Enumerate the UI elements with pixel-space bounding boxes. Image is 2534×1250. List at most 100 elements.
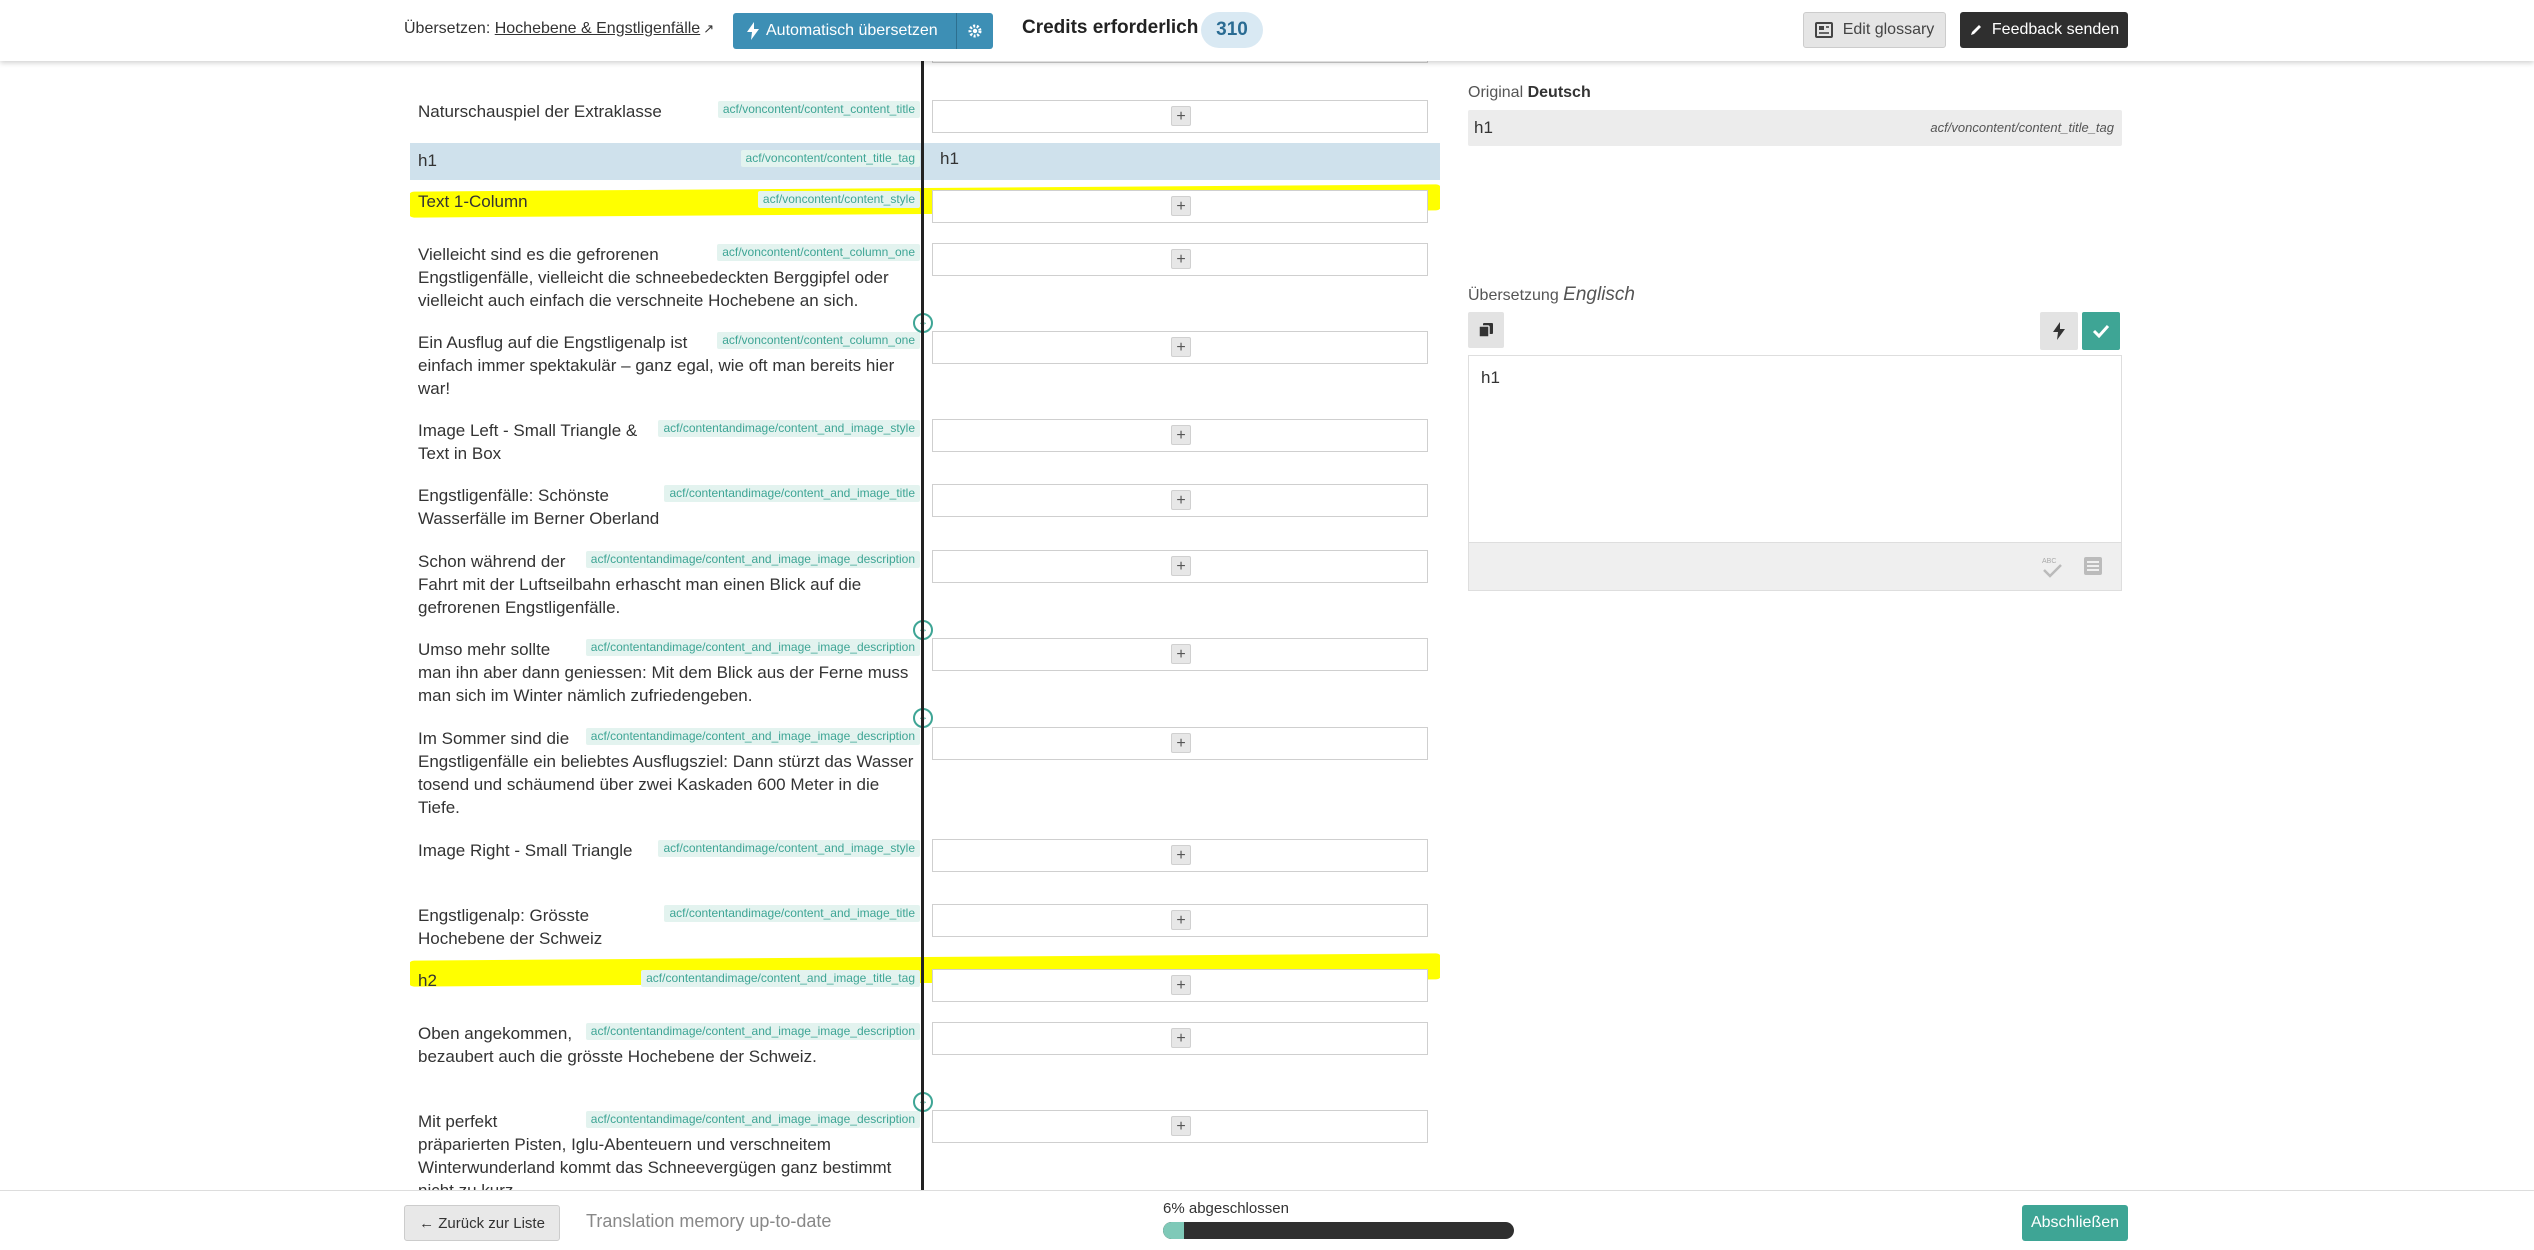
auto-translate-main[interactable]: Automatisch übersetzen: [733, 22, 956, 40]
add-translation-button[interactable]: +: [1171, 556, 1191, 576]
translation-heading: Übersetzung Englisch: [1468, 284, 1635, 306]
segment-row[interactable]: acf/contentandimage/content_and_image_im…: [410, 721, 1440, 824]
target-cell[interactable]: +: [932, 839, 1428, 872]
field-path-tag: acf/voncontent/content_column_one: [717, 332, 920, 349]
original-language: Deutsch: [1527, 84, 1591, 101]
source-text: acf/voncontent/content_column_one Viellei…: [418, 243, 920, 312]
pen-icon: [1970, 25, 1981, 35]
top-bar: Übersetzen: Hochebene & Engstligenfälle ↗…: [0, 0, 2534, 61]
target-cell[interactable]: +: [932, 1110, 1428, 1143]
auto-translate-label: Automatisch übersetzen: [766, 22, 938, 39]
translation-editor[interactable]: h1: [1468, 355, 2122, 543]
source-text: acf/contentandimage/content_and_image_im…: [418, 1022, 920, 1068]
copy-source-button[interactable]: [1468, 312, 1504, 348]
progress-label: 6% abgeschlossen: [1163, 1200, 1289, 1217]
target-cell[interactable]: +: [932, 331, 1428, 364]
field-path-tag: acf/contentandimage/content_and_image_im…: [585, 551, 920, 568]
segment-row[interactable]: acf/contentandimage/content_and_image_im…: [410, 1016, 1440, 1096]
add-translation-button[interactable]: +: [1171, 425, 1191, 445]
target-cell[interactable]: h1: [932, 143, 1428, 176]
glossary-icon: [1814, 22, 1833, 38]
target-cell[interactable]: +: [932, 243, 1428, 276]
target-cell[interactable]: +: [932, 638, 1428, 671]
translation-label: Übersetzung: [1468, 287, 1559, 304]
segment-row[interactable]: acf/contentandimage/content_and_image_ti…: [410, 898, 1440, 955]
add-translation-button[interactable]: +: [1171, 975, 1191, 995]
feedback-label: Feedback senden: [1991, 21, 2120, 38]
add-translation-button[interactable]: +: [1171, 644, 1191, 664]
svg-text:ABC: ABC: [2042, 558, 2056, 565]
segment-row[interactable]: acf/voncontent/content_column_one Viellei…: [410, 237, 1440, 317]
target-cell[interactable]: +: [932, 550, 1428, 583]
target-cell[interactable]: +: [932, 969, 1428, 1002]
add-translation-button[interactable]: +: [1171, 845, 1191, 865]
segment-row-active[interactable]: acf/voncontent/content_title_tag h1 h1: [410, 143, 1440, 180]
target-cell[interactable]: +: [932, 484, 1428, 517]
segment-row[interactable]: acf/contentandimage/content_and_image_st…: [410, 413, 1440, 470]
segment-row[interactable]: acf/contentandimage/content_and_image_ti…: [410, 963, 1440, 1003]
original-text: h1: [1474, 118, 1493, 137]
add-translation-button[interactable]: +: [1171, 910, 1191, 930]
edit-glossary-label: Edit glossary: [1842, 21, 1935, 38]
machine-translate-button[interactable]: [2040, 312, 2078, 350]
source-text: acf/voncontent/content_style Text 1-Colum…: [418, 190, 920, 213]
target-cell[interactable]: +: [932, 419, 1428, 452]
source-text-value: Image Right - Small Triangle: [418, 841, 633, 860]
back-to-list-button[interactable]: ← Zurück zur Liste: [404, 1205, 560, 1241]
add-translation-button[interactable]: +: [1171, 1116, 1191, 1136]
feedback-button[interactable]: Feedback senden: [1960, 12, 2128, 48]
lightning-icon: [2053, 322, 2065, 340]
external-link-icon[interactable]: ↗: [703, 21, 714, 36]
confirm-translation-button[interactable]: [2082, 312, 2120, 350]
segment-row[interactable]: acf/voncontent/content_content_title Natu…: [410, 94, 1440, 134]
source-text-value: h1: [418, 151, 437, 170]
add-translation-button[interactable]: +: [1171, 733, 1191, 753]
add-translation-button[interactable]: +: [1171, 337, 1191, 357]
translation-text: h1: [1481, 368, 1500, 387]
source-text: acf/voncontent/content_content_title Natu…: [418, 100, 920, 123]
target-cell[interactable]: +: [932, 190, 1428, 223]
translate-heading: Übersetzen: Hochebene & Engstligenfälle ↗: [404, 20, 714, 38]
segment-row[interactable]: acf/contentandimage/content_and_image_im…: [410, 1104, 1440, 1190]
target-cell[interactable]: +: [932, 100, 1428, 133]
add-translation-button[interactable]: +: [1171, 196, 1191, 216]
original-text-box: h1 acf/voncontent/content_title_tag: [1468, 110, 2122, 146]
segment-row[interactable]: acf/voncontent/content_style Text 1-Colum…: [410, 184, 1440, 224]
credits-badge: 310: [1201, 12, 1263, 48]
segment-row[interactable]: acf/contentandimage/content_and_image_im…: [410, 544, 1440, 624]
source-text-value: Engstligenalp: Grösste Hochebene der Sch…: [418, 906, 603, 948]
field-path-tag: acf/contentandimage/content_and_image_im…: [585, 639, 920, 656]
source-text-value: Image Left - Small Triangle & Text in Bo…: [418, 421, 638, 463]
spellcheck-icon[interactable]: ABC: [2041, 555, 2063, 579]
source-text: acf/contentandimage/content_and_image_im…: [418, 1110, 920, 1190]
field-path-tag: acf/contentandimage/content_and_image_ti…: [664, 905, 920, 922]
editor-footer: ABC: [1468, 543, 2122, 591]
original-label: Original: [1468, 84, 1524, 101]
target-cell[interactable]: +: [932, 727, 1428, 760]
field-path-tag: acf/voncontent/content_style: [757, 191, 920, 208]
target-cell[interactable]: +: [932, 1022, 1428, 1055]
keyboard-icon[interactable]: [2083, 556, 2103, 576]
original-field-path: acf/voncontent/content_title_tag: [1930, 120, 2114, 135]
target-text: h1: [940, 149, 959, 168]
field-path-tag: acf/contentandimage/content_and_image_im…: [585, 1023, 920, 1040]
add-translation-button[interactable]: +: [1171, 249, 1191, 269]
auto-translate-button[interactable]: Automatisch übersetzen: [733, 13, 993, 49]
segment-row[interactable]: acf/contentandimage/content_and_image_im…: [410, 632, 1440, 712]
add-translation-button[interactable]: +: [1171, 106, 1191, 126]
segment-row[interactable]: acf/contentandimage/content_and_image_st…: [410, 833, 1440, 890]
finish-button[interactable]: Abschließen: [2022, 1205, 2128, 1241]
document-link[interactable]: Hochebene & Engstligenfälle: [495, 20, 700, 37]
add-translation-button[interactable]: +: [1171, 490, 1191, 510]
edit-glossary-button[interactable]: Edit glossary: [1803, 12, 1946, 48]
segment-row[interactable]: acf/contentandimage/content_and_image_ti…: [410, 478, 1440, 535]
translate-label: Übersetzen:: [404, 20, 491, 37]
source-text: acf/contentandimage/content_and_image_ti…: [418, 484, 920, 530]
progress-fill: [1163, 1222, 1185, 1239]
add-translation-button[interactable]: +: [1171, 1028, 1191, 1048]
segment-row[interactable]: acf/voncontent/content_column_one Ein Aus…: [410, 325, 1440, 405]
field-path-tag: acf/contentandimage/content_and_image_st…: [658, 840, 920, 857]
auto-translate-settings-button[interactable]: [956, 13, 993, 49]
source-text: acf/contentandimage/content_and_image_ti…: [418, 969, 920, 992]
target-cell[interactable]: +: [932, 904, 1428, 937]
